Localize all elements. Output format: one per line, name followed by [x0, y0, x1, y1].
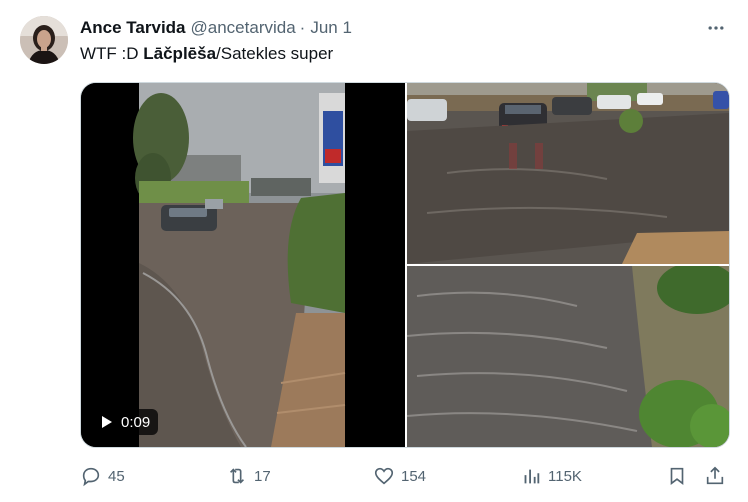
- tweet-text-prefix: WTF :D: [80, 44, 144, 63]
- avatar-image: [20, 16, 68, 64]
- share-button[interactable]: [704, 462, 726, 490]
- video-frame: [81, 83, 405, 447]
- tweet-header: Ance Tarvida @ancetarvida · Jun 1: [80, 17, 728, 39]
- media-grid: 0:09: [80, 82, 730, 448]
- like-count: 154: [401, 467, 427, 485]
- flooded-street-image: [407, 83, 729, 264]
- separator-dot: ·: [299, 18, 306, 37]
- action-bar: 45 17 154 115K: [80, 462, 728, 490]
- repost-icon: [229, 468, 245, 484]
- video-player[interactable]: 0:09: [81, 83, 405, 447]
- reply-icon: [82, 467, 100, 487]
- repost-count: 17: [254, 467, 271, 485]
- tweet-text-suffix: /Satekles super: [216, 44, 334, 63]
- media-image-1[interactable]: [407, 83, 729, 264]
- flooded-sidewalk-image: [407, 266, 729, 447]
- views-button[interactable]: 115K: [520, 462, 582, 490]
- avatar[interactable]: [20, 16, 68, 64]
- video-duration-badge: 0:09: [93, 409, 159, 435]
- like-icon: [374, 467, 394, 485]
- reply-count: 45: [108, 467, 125, 485]
- reply-button[interactable]: 45: [80, 462, 125, 490]
- media-image-2[interactable]: [407, 266, 729, 447]
- like-button[interactable]: 154: [373, 462, 426, 490]
- bookmark-button[interactable]: [666, 462, 688, 490]
- more-button[interactable]: [704, 16, 728, 40]
- tweet-text: WTF :D Lāčplēša/Satekles super: [80, 44, 333, 64]
- view-count: 115K: [548, 467, 582, 485]
- tweet-text-bold: Lāčplēša: [143, 44, 217, 63]
- views-icon: [524, 469, 540, 484]
- author-handle[interactable]: @ancetarvida: [191, 18, 296, 38]
- bookmark-icon: [670, 467, 684, 485]
- video-duration: 0:09: [121, 413, 151, 431]
- share-icon: [706, 466, 724, 485]
- tweet-date[interactable]: Jun 1: [310, 18, 352, 38]
- author-name[interactable]: Ance Tarvida: [80, 18, 186, 38]
- more-icon: [708, 26, 724, 30]
- repost-button[interactable]: 17: [226, 462, 271, 490]
- play-icon: [102, 416, 112, 428]
